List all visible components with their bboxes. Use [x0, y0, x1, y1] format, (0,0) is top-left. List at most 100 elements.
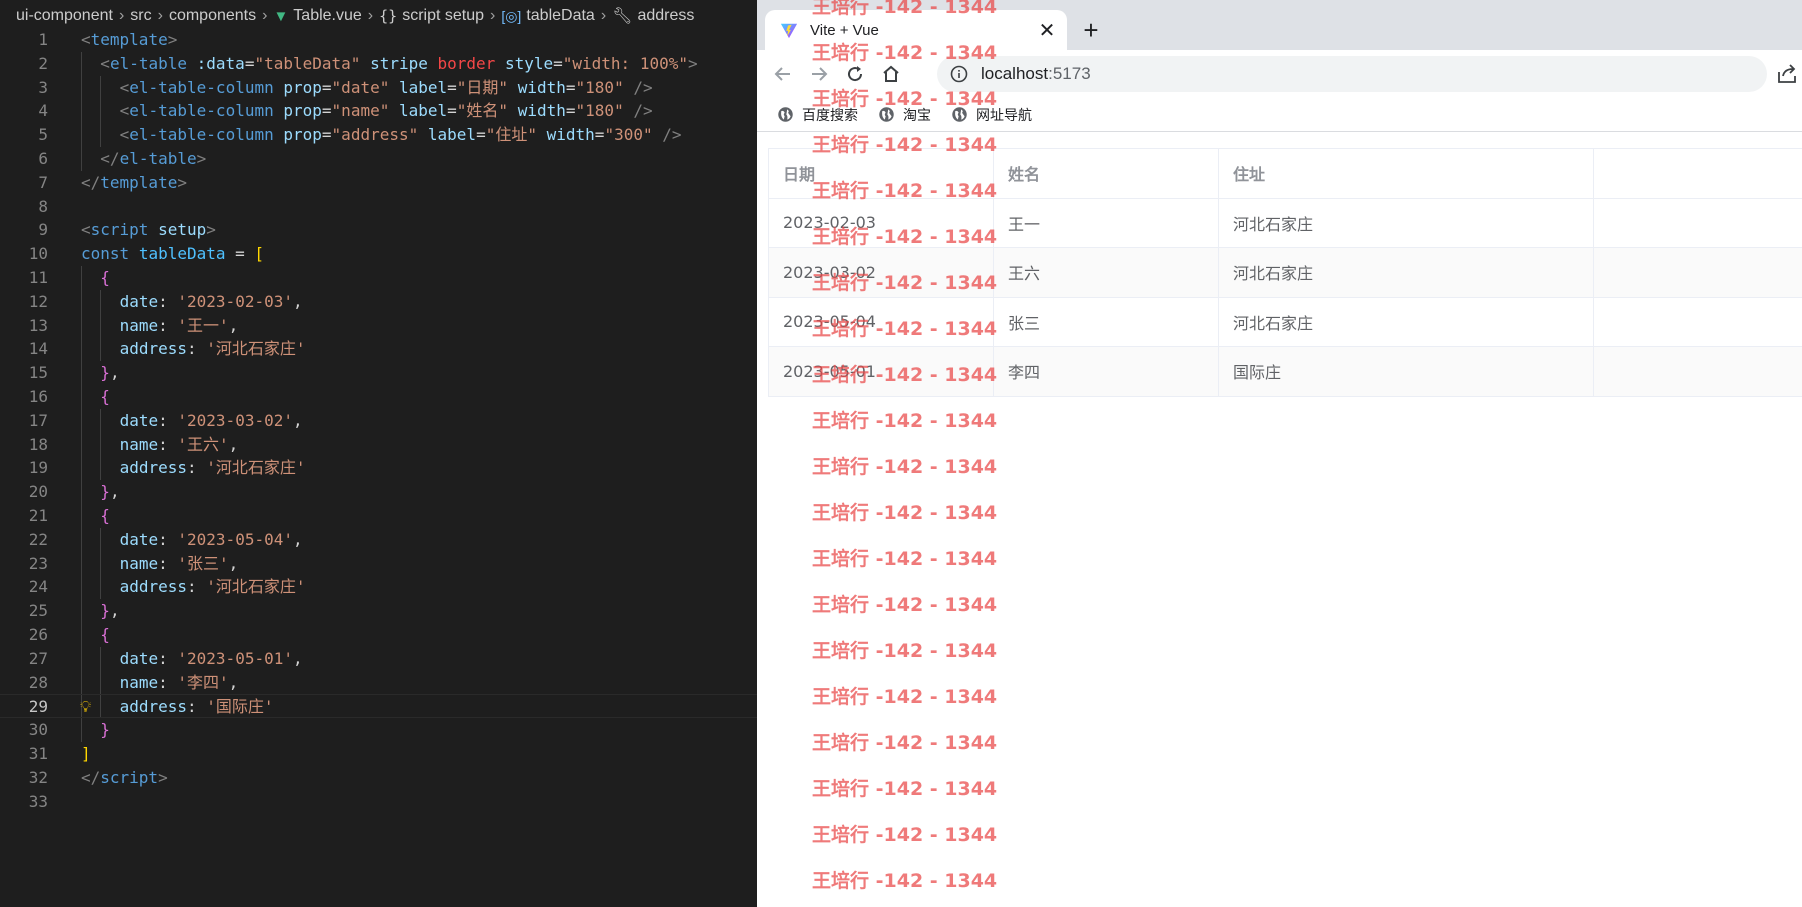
code-line[interactable]: 13 name: '王一', [0, 313, 757, 338]
line-number: 30 [28, 720, 48, 740]
code-line[interactable]: 22 date: '2023-05-04', [0, 527, 757, 552]
code-line[interactable]: 5 <el-table-column prop="address" label="… [0, 123, 757, 147]
code-line[interactable]: 32 </script> [0, 766, 757, 790]
code-line[interactable]: 19 address: '河北石家庄' [0, 456, 757, 481]
bookmark-nav[interactable]: 网址导航 [951, 105, 1032, 125]
indent-guide [100, 99, 102, 124]
table-filler-cell [1594, 199, 1802, 248]
braces-icon: {} [379, 7, 398, 25]
code-text: }, [100, 482, 120, 502]
code-text: address: '河北石家庄' [119, 339, 306, 359]
breadcrumb-item-tabledata[interactable]: tableData [526, 7, 595, 25]
indent-guide [81, 480, 82, 504]
line-number: 1 [38, 30, 48, 49]
code-line[interactable]: 8 [0, 195, 757, 219]
indent-guide [81, 51, 82, 76]
code-text: address: '国际庄' [119, 697, 274, 717]
code-line[interactable]: 23 name: '张三', [0, 551, 757, 576]
indent-guide [81, 527, 82, 552]
code-text: </template> [81, 172, 187, 192]
code-line[interactable]: 30} [0, 718, 757, 742]
code-line[interactable]: 6 </el-table> [0, 146, 757, 171]
line-number: 17 [28, 410, 48, 430]
lightbulb-icon[interactable]: 💡︎ [80, 695, 91, 719]
code-text: name: '王一', [119, 315, 239, 335]
table-row: 2023-03-02 王六 河北石家庄 [769, 248, 1802, 298]
line-number: 21 [28, 505, 48, 525]
line-number: 11 [28, 267, 48, 287]
code-line[interactable]: 10 const tableData = [ [0, 242, 757, 266]
code-line[interactable]: 29 address: '国际庄' 💡︎ [0, 694, 757, 719]
code-line[interactable]: 21 { [0, 503, 757, 528]
globe-icon [879, 107, 894, 122]
code-area[interactable]: 1 <template> 2 <el-table :data="tableData" … [0, 28, 757, 813]
code-line[interactable]: 7 </template> [0, 171, 757, 195]
breadcrumb-item-components[interactable]: components [169, 7, 256, 25]
table-filler-cell [1594, 248, 1802, 297]
code-line[interactable]: 4 <el-table-column prop="name" label="姓名"… [0, 99, 757, 124]
code-line[interactable]: 2 <el-table :data="tableData" stripe bord… [0, 51, 757, 76]
variable-icon: [◎] [501, 7, 522, 24]
code-editor[interactable]: ui-component › src › components › ▼ Tabl… [0, 0, 757, 907]
table-cell-address: 河北石家庄 [1219, 198, 1594, 247]
code-text: <template> [81, 30, 178, 49]
share-icon[interactable] [1775, 62, 1799, 86]
breadcrumb-item-script-setup[interactable]: script setup [402, 7, 484, 25]
code-line[interactable]: 31] [0, 742, 757, 766]
indent-guide [81, 456, 82, 481]
line-number: 13 [28, 315, 48, 335]
line-number: 12 [28, 291, 48, 311]
code-text: date: '2023-02-03', [119, 291, 303, 311]
code-line[interactable]: 12 date: '2023-02-03', [0, 289, 757, 314]
breadcrumb-item-src[interactable]: src [130, 7, 151, 25]
back-button[interactable] [769, 60, 797, 88]
new-tab-button[interactable]: + [1077, 15, 1105, 45]
tab-title: Vite + Vue [810, 21, 879, 39]
indent-guide [81, 575, 82, 600]
code-text: date: '2023-05-04', [119, 529, 303, 549]
code-line[interactable]: 18 name: '王六', [0, 432, 757, 457]
code-line[interactable]: 15}, [0, 361, 757, 385]
code-line[interactable]: 27 date: '2023-05-01', [0, 646, 757, 671]
url-text[interactable]: localhost:5173 [981, 64, 1091, 84]
wrench-icon: 🔧︎ [612, 8, 633, 25]
line-number: 14 [28, 339, 48, 359]
chevron-right-icon: › [367, 7, 374, 24]
reload-button[interactable] [841, 60, 869, 88]
code-text: { [100, 267, 110, 287]
line-number: 23 [28, 553, 48, 573]
code-line[interactable]: 17 date: '2023-03-02', [0, 408, 757, 433]
line-number: 15 [28, 363, 48, 383]
code-line[interactable]: 1 <template> [0, 28, 757, 52]
forward-button[interactable] [805, 60, 833, 88]
indent-guide [81, 75, 82, 100]
bookmark-baidu[interactable]: 百度搜索 [777, 105, 858, 125]
code-line[interactable]: 9 <script setup> [0, 218, 757, 242]
code-text: ] [81, 743, 91, 763]
code-line[interactable]: 11 { [0, 265, 757, 290]
code-line[interactable]: 28 name: '李四', [0, 670, 757, 695]
browser-tab[interactable]: Vite + Vue ✕ [765, 10, 1067, 50]
code-line[interactable]: 16 { [0, 384, 757, 409]
line-number: 19 [28, 458, 48, 478]
close-icon[interactable]: ✕ [1035, 18, 1059, 42]
bookmark-taobao[interactable]: 淘宝 [878, 105, 931, 125]
code-line[interactable]: 24 address: '河北石家庄' [0, 575, 757, 600]
info-icon[interactable] [949, 64, 969, 84]
breadcrumb-item-file[interactable]: Table.vue [293, 7, 362, 25]
indent-guide [100, 695, 102, 718]
breadcrumb-item-address[interactable]: address [637, 7, 694, 25]
code-line[interactable]: 20}, [0, 480, 757, 504]
breadcrumb-item-project[interactable]: ui-component [16, 7, 113, 25]
code-line[interactable]: 25}, [0, 599, 757, 623]
line-number: 26 [28, 624, 48, 644]
code-text: name: '李四', [119, 672, 239, 692]
code-line[interactable]: 26 { [0, 622, 757, 647]
code-line[interactable]: 14 address: '河北石家庄' [0, 337, 757, 362]
code-line[interactable]: 33 [0, 790, 757, 814]
globe-icon [952, 107, 967, 122]
home-button[interactable] [877, 60, 905, 88]
code-line[interactable]: 3 <el-table-column prop="date" label="日期"… [0, 75, 757, 100]
address-bar[interactable]: localhost:5173 [937, 56, 1767, 92]
vue-icon: ▼ [273, 7, 289, 25]
